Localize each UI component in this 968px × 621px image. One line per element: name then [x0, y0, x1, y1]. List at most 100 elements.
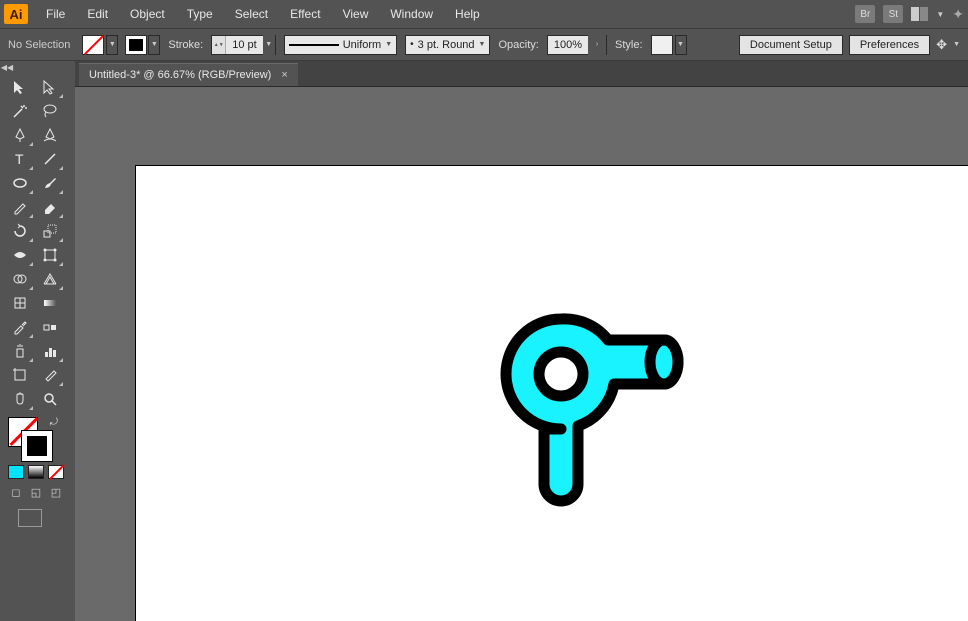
- none-swatch[interactable]: [48, 465, 64, 479]
- shape-builder-tool[interactable]: [6, 267, 34, 291]
- collapse-icon[interactable]: ◀◀: [0, 61, 14, 73]
- zoom-tool[interactable]: [36, 387, 64, 411]
- bridge-icon[interactable]: Br: [855, 5, 875, 23]
- type-tool[interactable]: T: [6, 147, 34, 171]
- tools-panel: ◀◀ T: [0, 61, 75, 621]
- screen-mode-icon: [18, 509, 42, 527]
- canvas[interactable]: [75, 87, 968, 621]
- direct-selection-tool[interactable]: [36, 75, 64, 99]
- pen-tool[interactable]: [6, 123, 34, 147]
- eraser-tool[interactable]: [36, 195, 64, 219]
- stroke-weight-value: 10 pt: [226, 39, 262, 51]
- artboard[interactable]: [135, 165, 968, 621]
- artwork-hairdryer[interactable]: [496, 304, 716, 524]
- chevron-right-icon[interactable]: ›: [588, 35, 606, 55]
- opacity-label: Opacity:: [498, 39, 538, 51]
- rotate-tool[interactable]: [6, 219, 34, 243]
- chevron-down-icon[interactable]: ▼: [148, 35, 160, 55]
- menu-help[interactable]: Help: [445, 3, 490, 25]
- menu-view[interactable]: View: [333, 3, 379, 25]
- stock-icon[interactable]: St: [883, 5, 903, 23]
- artboard-tool[interactable]: [6, 363, 34, 387]
- gradient-swatch[interactable]: [28, 465, 44, 479]
- control-bar: No Selection ▼ ▼ Stroke: ▲▼ 10 pt ▼ Unif…: [0, 28, 968, 61]
- selection-label: No Selection: [8, 39, 70, 51]
- slice-tool[interactable]: [36, 363, 64, 387]
- curvature-tool[interactable]: [36, 123, 64, 147]
- menu-edit[interactable]: Edit: [77, 3, 118, 25]
- app-logo: Ai: [4, 4, 28, 24]
- document-tab-bar: Untitled-3* @ 66.67% (RGB/Preview) ×: [75, 61, 968, 87]
- close-tab-icon[interactable]: ×: [281, 69, 287, 81]
- brush-definition[interactable]: • 3 pt. Round ▼: [405, 35, 490, 55]
- fill-none-icon: [82, 35, 104, 55]
- screen-mode[interactable]: [18, 509, 75, 527]
- blend-tool[interactable]: [36, 315, 64, 339]
- chevron-down-icon[interactable]: ▼: [263, 35, 275, 55]
- stroke-indicator[interactable]: [22, 431, 52, 461]
- stroke-weight-input[interactable]: ▲▼ 10 pt ▼: [211, 35, 275, 55]
- stroke-swatch[interactable]: ▼: [126, 35, 160, 55]
- column-graph-tool[interactable]: [36, 339, 64, 363]
- draw-inside-icon[interactable]: ◰: [48, 485, 64, 499]
- lasso-tool[interactable]: [36, 99, 64, 123]
- stepper-icon[interactable]: ▲▼: [212, 36, 226, 54]
- symbol-sprayer-tool[interactable]: [6, 339, 34, 363]
- profile-label: Uniform: [343, 39, 382, 51]
- stroke-color-icon: [126, 36, 146, 54]
- swap-fill-stroke-icon[interactable]: ⤾: [50, 417, 58, 428]
- document-tab[interactable]: Untitled-3* @ 66.67% (RGB/Preview) ×: [79, 63, 298, 86]
- menu-select[interactable]: Select: [225, 3, 278, 25]
- eyedropper-tool[interactable]: [6, 315, 34, 339]
- pencil-tool[interactable]: [6, 195, 34, 219]
- preferences-button[interactable]: Preferences: [849, 35, 930, 55]
- selection-tool[interactable]: [6, 75, 34, 99]
- width-tool[interactable]: [6, 243, 34, 267]
- chevron-down-icon[interactable]: ▼: [675, 35, 687, 55]
- opacity-input[interactable]: 100% ›: [547, 35, 607, 55]
- style-label: Style:: [615, 39, 643, 51]
- menu-type[interactable]: Type: [177, 3, 223, 25]
- chevron-down-icon[interactable]: ▼: [953, 41, 960, 48]
- line-tool[interactable]: [36, 147, 64, 171]
- paintbrush-tool[interactable]: [36, 171, 64, 195]
- color-swatch[interactable]: [8, 465, 24, 479]
- profile-line-icon: [289, 44, 339, 46]
- tab-title: Untitled-3* @ 66.67% (RGB/Preview): [89, 69, 271, 81]
- draw-behind-icon[interactable]: ◱: [28, 485, 44, 499]
- style-swatch-icon: [651, 35, 673, 55]
- menu-file[interactable]: File: [36, 3, 75, 25]
- scale-tool[interactable]: [36, 219, 64, 243]
- document-area: Untitled-3* @ 66.67% (RGB/Preview) ×: [75, 61, 968, 621]
- menu-effect[interactable]: Effect: [280, 3, 330, 25]
- brush-label: 3 pt. Round: [418, 39, 475, 51]
- hand-tool[interactable]: [6, 387, 34, 411]
- menu-window[interactable]: Window: [380, 3, 443, 25]
- chevron-down-icon[interactable]: ▼: [936, 10, 944, 19]
- menu-object[interactable]: Object: [120, 3, 175, 25]
- gradient-tool[interactable]: [36, 291, 64, 315]
- fill-swatch[interactable]: ▼: [82, 35, 118, 55]
- gpu-icon[interactable]: ✦: [952, 6, 964, 23]
- svg-text:T: T: [15, 151, 24, 167]
- stroke-label: Stroke:: [168, 39, 203, 51]
- workspace: ◀◀ T: [0, 61, 968, 621]
- magic-wand-tool[interactable]: [6, 99, 34, 123]
- mesh-tool[interactable]: [6, 291, 34, 315]
- transform-panel-icon[interactable]: ✥: [936, 37, 947, 53]
- chevron-down-icon[interactable]: ▼: [106, 35, 118, 55]
- perspective-grid-tool[interactable]: [36, 267, 64, 291]
- color-mode-row: [8, 465, 75, 479]
- graphic-style[interactable]: ▼: [651, 35, 687, 55]
- chevron-down-icon[interactable]: ▼: [385, 41, 392, 48]
- chevron-down-icon[interactable]: ▼: [479, 41, 486, 48]
- ellipse-tool[interactable]: [6, 171, 34, 195]
- free-transform-tool[interactable]: [36, 243, 64, 267]
- draw-normal-icon[interactable]: ◻: [8, 485, 24, 499]
- fill-stroke-indicator[interactable]: ⤾: [8, 417, 58, 461]
- document-setup-button[interactable]: Document Setup: [739, 35, 843, 55]
- menu-bar: Ai File Edit Object Type Select Effect V…: [0, 0, 968, 28]
- opacity-value: 100%: [548, 39, 588, 51]
- variable-width-profile[interactable]: Uniform ▼: [284, 35, 397, 55]
- arrange-docs-icon[interactable]: [911, 7, 928, 21]
